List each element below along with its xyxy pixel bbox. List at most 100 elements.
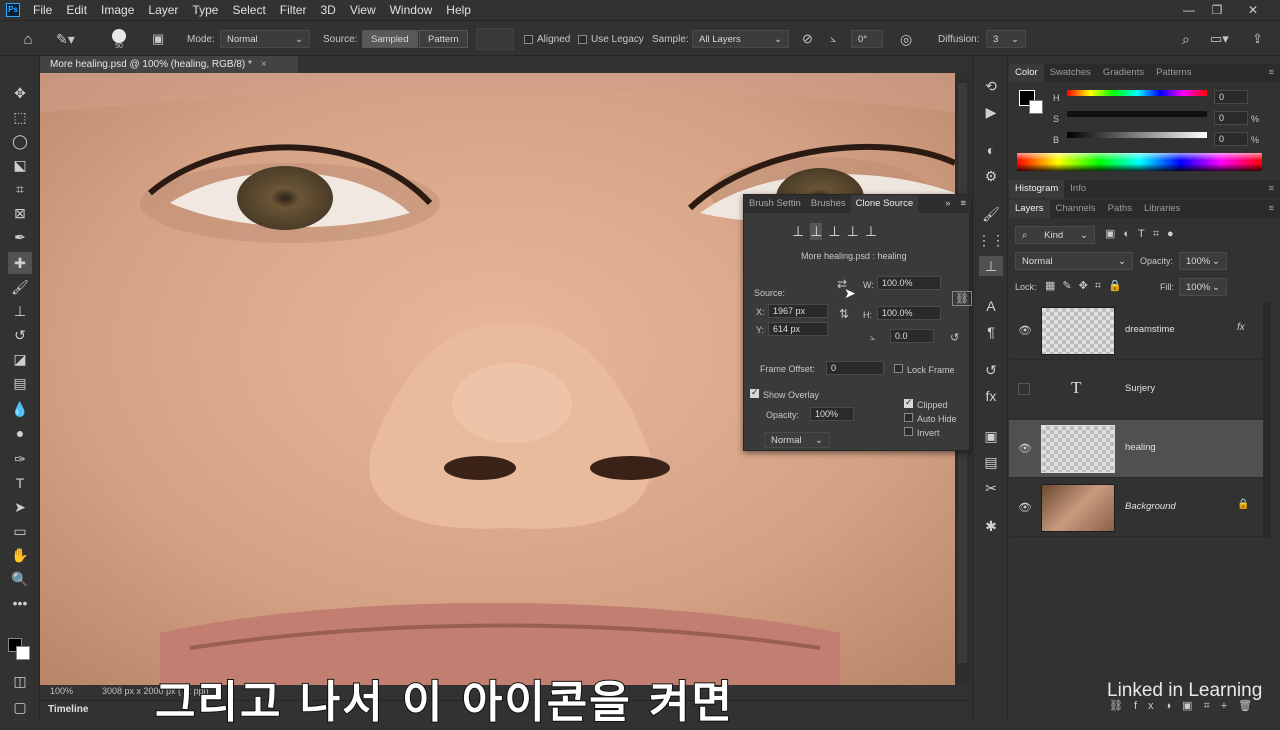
restore-icon[interactable]: ❐ <box>1204 0 1230 20</box>
reset-transform-icon[interactable]: ⇅ <box>839 307 849 321</box>
tab-channels[interactable]: Channels <box>1050 200 1102 218</box>
close-icon[interactable]: ✕ <box>1240 0 1266 20</box>
tab-layers[interactable]: Layers <box>1009 200 1050 218</box>
saturation-field[interactable]: 0 <box>1214 111 1248 125</box>
rectangle-tool-icon[interactable]: ▭ <box>8 520 32 542</box>
path-selection-tool-icon[interactable]: ➤ <box>8 496 32 518</box>
overlay-blend-dropdown[interactable]: Normal ⌄ <box>764 432 830 448</box>
eyedropper-tool-icon[interactable]: ✒ <box>8 226 32 248</box>
layer-filter-icons[interactable]: ▣◐T⌗● <box>1105 227 1182 241</box>
menu-image[interactable]: Image <box>94 0 141 20</box>
menu-window[interactable]: Window <box>383 0 440 20</box>
frame-tool-icon[interactable]: ⊠ <box>8 202 32 224</box>
layer-name[interactable]: Surjery <box>1125 383 1155 394</box>
angle-field[interactable]: 0° <box>851 30 883 48</box>
source-y-field[interactable]: 614 px <box>768 322 828 336</box>
tab-histogram[interactable]: Histogram <box>1009 180 1065 198</box>
layer-blend-mode-dropdown[interactable]: Normal ⌄ <box>1015 252 1133 270</box>
layer-row-dreamstime[interactable]: 👁 dreamstime fx <box>1009 302 1263 360</box>
zoom-level[interactable]: 100% <box>50 686 73 696</box>
show-overlay-checkbox[interactable]: Show Overlay <box>750 387 819 400</box>
layer-row-healing[interactable]: 👁 healing <box>1009 420 1263 478</box>
workspace-icon[interactable]: ▭▾ <box>1210 21 1229 57</box>
saturation-slider[interactable] <box>1067 111 1207 117</box>
frame-offset-field[interactable]: 0 <box>826 361 884 375</box>
paragraph-icon[interactable]: ¶ <box>979 322 1003 342</box>
search-icon[interactable]: ⌕ <box>1182 21 1190 57</box>
home-icon[interactable]: ⌂ <box>18 21 38 57</box>
layers-scrollbar[interactable] <box>1263 302 1271 538</box>
clone-source-4-icon[interactable]: ⊥ <box>847 223 859 240</box>
minimize-icon[interactable]: — <box>1176 0 1202 20</box>
pen-tool-icon[interactable]: ✑ <box>8 448 32 470</box>
use-legacy-checkbox[interactable]: Use Legacy <box>578 21 644 57</box>
brightness-slider[interactable] <box>1067 132 1207 138</box>
fx-icon[interactable]: fx <box>1237 322 1245 333</box>
3d-icon[interactable]: ✱ <box>979 516 1003 536</box>
menu-filter[interactable]: Filter <box>273 0 314 20</box>
tab-color[interactable]: Color <box>1009 64 1044 82</box>
lock-frame-checkbox[interactable]: Lock Frame <box>894 364 955 375</box>
clone-source-panel-icon[interactable]: ▣ <box>152 21 170 57</box>
link-icon[interactable]: ⛓ <box>952 291 972 306</box>
tool-presets-icon[interactable]: ✂ <box>979 478 1003 498</box>
healing-brush-preset-icon[interactable]: ✎▾ <box>56 21 86 57</box>
character-icon[interactable]: A <box>979 296 1003 316</box>
more-tools-icon[interactable]: ••• <box>8 592 32 614</box>
layer-name[interactable]: healing <box>1125 442 1156 453</box>
document-tab[interactable]: More healing.psd @ 100% (healing, RGB/8)… <box>40 56 298 73</box>
menu-layer[interactable]: Layer <box>141 0 185 20</box>
layer-opacity-field[interactable]: 100% ⌄ <box>1179 252 1227 270</box>
marquee-tool-icon[interactable]: ⬚ <box>8 106 32 128</box>
actions-play-icon[interactable]: ▶ <box>979 102 1003 122</box>
healing-brush-tool-icon[interactable]: ✚ <box>8 252 32 274</box>
adjustments-icon[interactable]: ◐ <box>979 140 1003 160</box>
brush-size-picker[interactable]: 50 <box>108 21 130 57</box>
brightness-field[interactable]: 0 <box>1214 132 1248 146</box>
panel-menu-icon[interactable]: ≡ <box>1262 64 1280 82</box>
menu-3d[interactable]: 3D <box>313 0 342 20</box>
eraser-tool-icon[interactable]: ◪ <box>8 348 32 370</box>
source-x-field[interactable]: 1967 px <box>768 304 828 318</box>
visibility-eye-icon[interactable]: 👁 <box>1018 442 1032 455</box>
tab-clone-source[interactable]: Clone Source <box>850 195 919 213</box>
layer-name[interactable]: Background <box>1125 501 1176 512</box>
width-scale-field[interactable]: 100.0% <box>877 276 941 290</box>
pressure-size-icon[interactable]: ◎ <box>900 21 912 57</box>
tab-swatches[interactable]: Swatches <box>1044 64 1097 82</box>
styles-icon[interactable]: fx <box>979 386 1003 406</box>
menu-select[interactable]: Select <box>225 0 272 20</box>
hue-field[interactable]: 0 <box>1214 90 1248 104</box>
panel-menu-icon[interactable]: ≡ <box>1262 180 1280 198</box>
pattern-button[interactable]: Pattern <box>419 30 468 48</box>
layer-fill-field[interactable]: 100% ⌄ <box>1179 278 1227 296</box>
collapse-panel-icon[interactable]: » <box>940 195 955 213</box>
quick-selection-tool-icon[interactable]: ⬕ <box>8 154 32 176</box>
lasso-tool-icon[interactable]: ◯ <box>8 130 32 152</box>
visibility-eye-icon[interactable]: 👁 <box>1018 324 1032 337</box>
hand-tool-icon[interactable]: ✋ <box>8 544 32 566</box>
tab-patterns[interactable]: Patterns <box>1150 64 1197 82</box>
rotation-field[interactable]: 0.0 <box>890 329 934 343</box>
screen-mode-icon[interactable]: ▢ <box>8 696 32 718</box>
properties-icon[interactable]: ⚙ <box>979 166 1003 186</box>
layer-row-background[interactable]: 👁 Background 🔒 <box>1009 479 1263 537</box>
sampled-button[interactable]: Sampled <box>362 30 418 48</box>
visibility-eye-icon[interactable]: 👁 <box>1018 501 1032 514</box>
tab-info[interactable]: Info <box>1064 180 1092 198</box>
clone-source-1-icon[interactable]: ⊥ <box>792 223 804 240</box>
visibility-off-box[interactable] <box>1018 383 1030 395</box>
color-spectrum[interactable] <box>1017 153 1262 171</box>
close-tab-icon[interactable]: × <box>261 59 267 70</box>
menu-type[interactable]: Type <box>185 0 225 20</box>
timeline-tab[interactable]: Timeline <box>48 704 88 715</box>
dodge-tool-icon[interactable]: ● <box>8 422 32 444</box>
libraries-icon[interactable]: ▣ <box>979 426 1003 446</box>
tab-libraries[interactable]: Libraries <box>1138 200 1186 218</box>
clone-source-2-icon[interactable]: ⊥ <box>810 223 823 240</box>
panel-menu-icon[interactable]: ≡ <box>955 195 971 213</box>
history-brush-tool-icon[interactable]: ↺ <box>8 324 32 346</box>
share-icon[interactable]: ⇪ <box>1252 21 1263 57</box>
layer-name[interactable]: dreamstime <box>1125 324 1175 335</box>
type-tool-icon[interactable]: T <box>8 472 32 494</box>
